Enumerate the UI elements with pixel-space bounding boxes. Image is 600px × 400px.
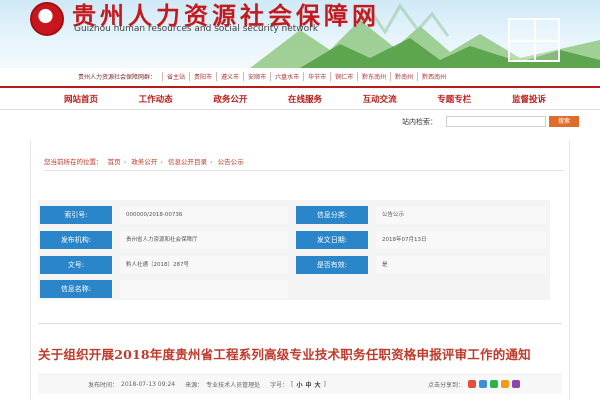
affiliate-sites-bar: 贵州人力资源社会保障网群： 省主站 贵阳市 遵义市 安顺市 六盘水市 毕节市 铜… xyxy=(78,70,526,82)
header-banner: 贵州人力资源社会保障网 Guizhou human resources and … xyxy=(0,0,600,68)
search-label: 站内检索： xyxy=(402,118,437,126)
font-size-label: 字号： xyxy=(270,381,289,389)
site-subtitle: Guizhou human resources and social secur… xyxy=(74,24,319,34)
docno-label: 文号: xyxy=(40,256,112,274)
breadcrumb-lead: 您当前所在的位置： xyxy=(44,158,103,166)
affiliate-lead: 贵州人力资源社会保障网群： xyxy=(78,73,157,81)
breadcrumb-divider xyxy=(44,170,564,171)
breadcrumb-separator: › xyxy=(160,158,163,166)
source-value: 专业技术人员管理处 xyxy=(206,381,261,389)
nav-online-service[interactable]: 在线服务 xyxy=(284,93,326,105)
index-value: 000000/2018-00736 xyxy=(120,206,288,224)
breadcrumb-separator: › xyxy=(123,158,127,166)
category-label: 信息分类: xyxy=(296,206,368,224)
search-button[interactable]: 搜索 xyxy=(549,116,579,127)
font-size-large[interactable]: 大 xyxy=(315,380,321,389)
affiliate-link[interactable]: 黔东南州 xyxy=(357,71,390,81)
nav-special-topics[interactable]: 专题专栏 xyxy=(433,93,475,105)
breadcrumb-item-catalog[interactable]: 信息公开目录 xyxy=(168,158,207,166)
share-weibo-icon[interactable] xyxy=(468,380,477,388)
breadcrumb-separator: › xyxy=(209,158,213,166)
share-bar: 点击分享到： xyxy=(428,377,523,391)
font-size-small[interactable]: 小 xyxy=(296,380,302,389)
article-title: 关于组织开展2018年度贵州省工程系列高级专业技术职务任职资格申报评审工作的通知 xyxy=(38,347,531,362)
font-size-bracket-open: [ xyxy=(291,380,294,388)
index-label: 索引号: xyxy=(40,206,112,224)
affiliate-link[interactable]: 黔西南州 xyxy=(417,71,450,81)
section-divider xyxy=(38,323,562,324)
category-value: 公告公示 xyxy=(376,206,546,224)
affiliate-link[interactable]: 贵阳市 xyxy=(189,71,216,81)
nav-work-news[interactable]: 工作动态 xyxy=(135,93,177,105)
nav-home[interactable]: 网站首页 xyxy=(60,93,102,105)
publish-time: 2018-07-13 09:24 xyxy=(121,380,176,388)
breadcrumb: 您当前所在的位置： 首页 › 政务公开 › 信息公开目录 › 公告公示 xyxy=(44,156,247,166)
share-qzone-icon[interactable] xyxy=(501,380,510,388)
logo-emblem[interactable] xyxy=(30,2,64,36)
share-label: 点击分享到： xyxy=(428,381,465,389)
breadcrumb-item-home[interactable]: 首页 xyxy=(108,158,121,166)
valid-value: 是 xyxy=(376,256,546,274)
source-label: 来源： xyxy=(185,381,204,389)
breadcrumb-item-gov[interactable]: 政务公开 xyxy=(131,158,157,166)
main-nav: 网站首页 工作动态 政务公开 在线服务 互动交流 专题专栏 监督投诉 xyxy=(0,86,600,110)
affiliate-link[interactable]: 铜仁市 xyxy=(330,71,357,81)
affiliate-link[interactable]: 遵义市 xyxy=(216,71,243,81)
affiliate-link[interactable]: 省主站 xyxy=(162,71,189,81)
date-value: 2018年07月13日 xyxy=(376,231,546,249)
nav-complaints[interactable]: 监督投诉 xyxy=(508,93,550,105)
share-qq-icon[interactable] xyxy=(479,380,488,388)
org-value: 贵州省人力资源和社会保障厅 xyxy=(120,231,288,249)
window-decoration xyxy=(508,18,560,62)
share-wechat-icon[interactable] xyxy=(490,380,499,388)
search-input[interactable] xyxy=(446,116,546,127)
nav-interaction[interactable]: 互动交流 xyxy=(359,93,401,105)
article-meta: 发布时间： 2018-07-13 09:24 来源： 专业技术人员管理处 字号：… xyxy=(88,378,329,390)
share-more-icon[interactable] xyxy=(512,380,521,388)
font-size-medium[interactable]: 中 xyxy=(306,380,312,389)
date-label: 发文日期: xyxy=(296,231,368,249)
org-label: 发布机构: xyxy=(40,231,112,249)
publish-time-label: 发布时间： xyxy=(88,381,119,389)
breadcrumb-item-notices[interactable]: 公告公示 xyxy=(218,158,244,166)
valid-label: 是否有效: xyxy=(296,256,368,274)
name-label: 信息名称: xyxy=(40,280,112,298)
affiliate-link[interactable]: 安顺市 xyxy=(243,71,270,81)
name-value xyxy=(120,280,288,298)
affiliate-link[interactable]: 六盘水市 xyxy=(270,71,303,81)
affiliate-link[interactable]: 黔南州 xyxy=(390,71,417,81)
nav-gov-affairs[interactable]: 政务公开 xyxy=(209,93,251,105)
font-size-bracket-close: ] xyxy=(323,380,326,388)
docno-value: 黔人社通〔2018〕287号 xyxy=(120,256,288,274)
affiliate-link[interactable]: 毕节市 xyxy=(303,71,330,81)
